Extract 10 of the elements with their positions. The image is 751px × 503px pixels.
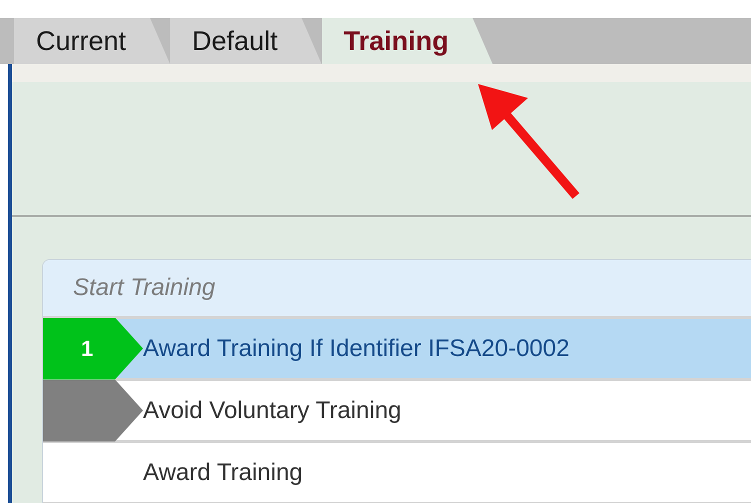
list-row[interactable]: 1 Award Training If Identifier IFSA20-0002 bbox=[43, 319, 751, 381]
tab[interactable]: Default bbox=[170, 18, 322, 64]
tab[interactable]: Training bbox=[322, 18, 493, 64]
step-number: 1 bbox=[81, 335, 94, 363]
panel-header: Start Training bbox=[43, 260, 751, 319]
row-label: Award Training If Identifier IFSA20-0002 bbox=[143, 334, 570, 364]
row-label: Avoid Voluntary Training bbox=[143, 396, 402, 426]
tab[interactable]: Current bbox=[14, 18, 170, 64]
row-label: Award Training bbox=[143, 458, 303, 488]
list-row[interactable]: Avoid Voluntary Training bbox=[43, 381, 751, 443]
